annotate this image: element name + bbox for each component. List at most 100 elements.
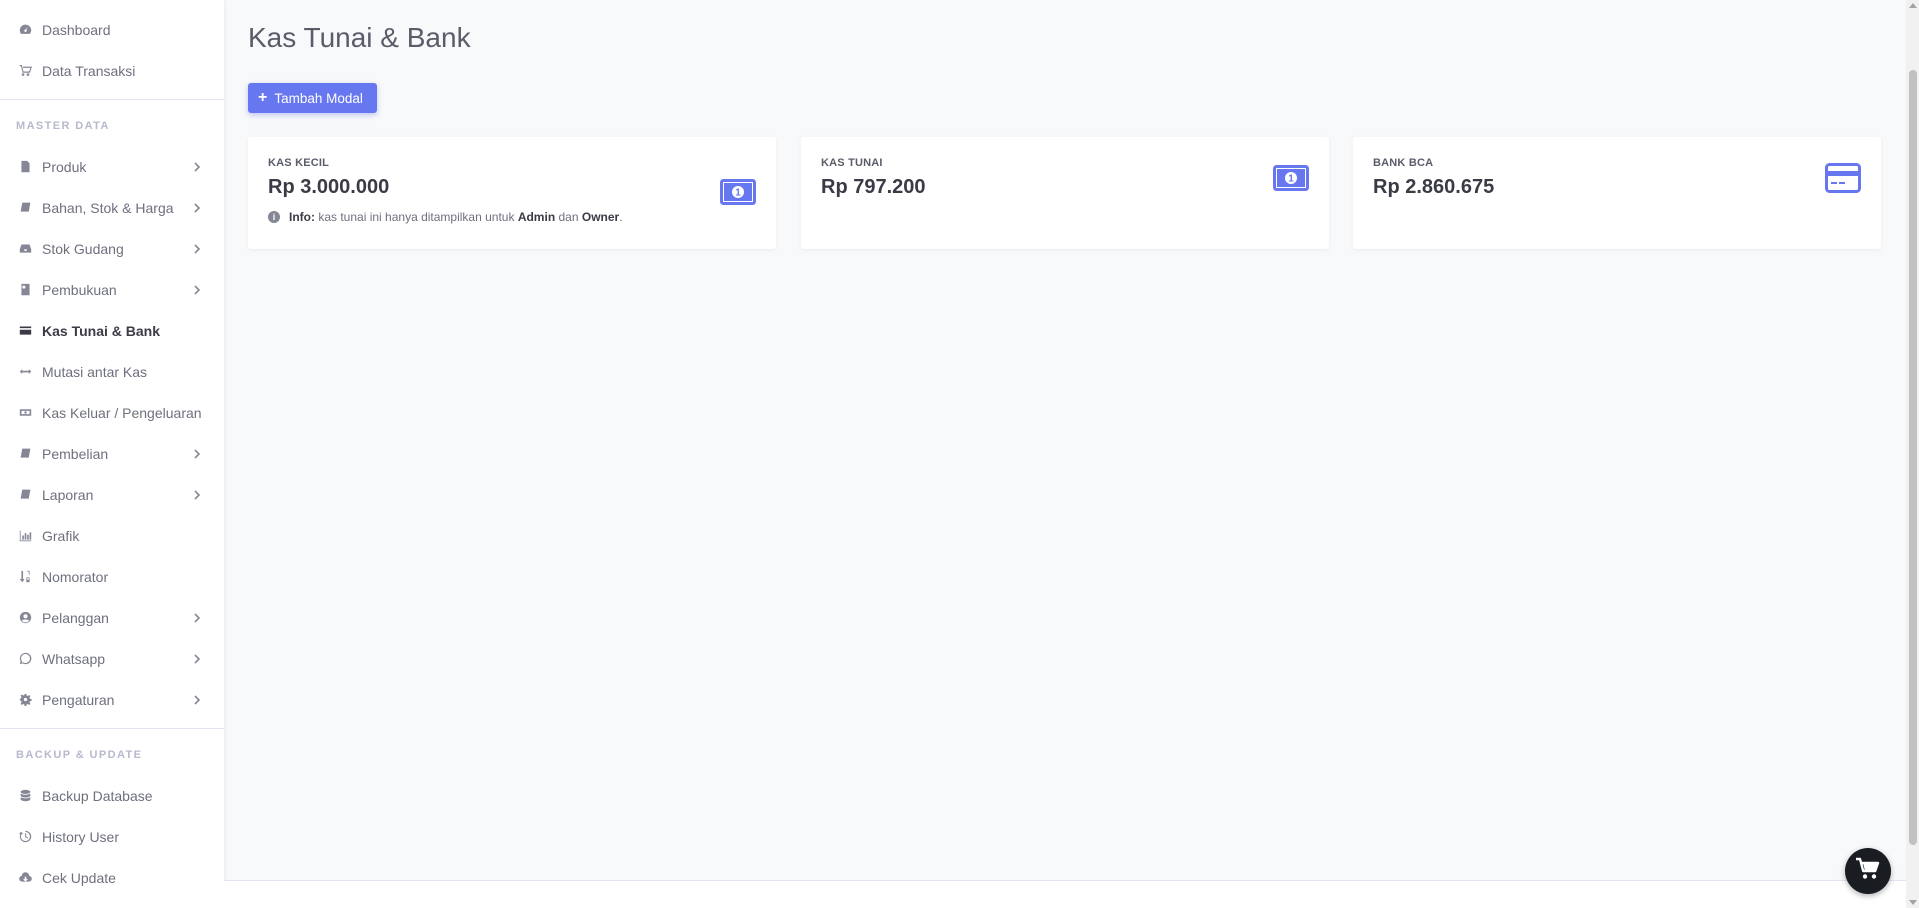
file-icon (18, 160, 32, 174)
card-bank-bca: BANK BCA Rp 2.860.675 (1353, 137, 1881, 249)
card-label: KAS TUNAI (821, 157, 883, 169)
sidebar-item-produk[interactable]: Produk (0, 146, 224, 187)
info-suffix: . (619, 210, 623, 224)
sidebar-item-pembelian[interactable]: Pembelian (0, 433, 224, 474)
sidebar-item-grafik[interactable]: Grafik (0, 515, 224, 556)
main-content: Kas Tunai & Bank + Tambah Modal KAS KECI… (224, 0, 1906, 880)
tambah-modal-button[interactable]: + Tambah Modal (248, 83, 377, 113)
sidebar-item-laporan[interactable]: Laporan (0, 474, 224, 515)
sidebar-item-bahan-stok-harga[interactable]: Bahan, Stok & Harga (0, 187, 224, 228)
chevron-right-icon (192, 160, 204, 172)
sidebar-item-label: Mutasi antar Kas (42, 363, 148, 380)
chevron-right-icon (192, 447, 204, 459)
book-icon (18, 201, 32, 215)
sidebar-item-pelanggan[interactable]: Pelanggan (0, 597, 224, 638)
sidebar-item-label: Pembukuan (42, 281, 117, 298)
card-label: KAS KECIL (268, 157, 330, 169)
database-icon (18, 789, 32, 803)
info-text1: kas tunai ini hanya ditampilkan untuk (318, 210, 515, 224)
chevron-right-icon (192, 283, 204, 295)
sidebar-item-label: Data Transaksi (42, 62, 136, 79)
history-icon (18, 830, 32, 844)
sidebar-item-kas-tunai-bank[interactable]: Kas Tunai & Bank (0, 310, 224, 351)
sidebar-item-label: Bahan, Stok & Harga (42, 199, 174, 216)
scroll-thumb[interactable] (1909, 70, 1917, 845)
card-info: i Info: kas tunai ini hanya ditampilkan … (268, 210, 623, 224)
credit-card-icon (18, 324, 32, 338)
info-role-admin: Admin (517, 210, 556, 224)
card-kas-tunai: KAS TUNAI Rp 797.200 1 (801, 137, 1329, 249)
sidebar-item-label: Kas Keluar / Pengeluaran (42, 404, 202, 421)
chevron-right-icon (192, 242, 204, 254)
inbox-icon (18, 242, 32, 256)
shopping-cart-icon (1855, 857, 1881, 886)
sidebar-heading-backup: BACKUP & UPDATE (16, 749, 143, 761)
sidebar-item-label: Pengaturan (42, 691, 115, 708)
card-amount: Rp 2.860.675 (1373, 176, 1495, 198)
sort-numeric-icon (18, 570, 32, 584)
sidebar-item-kas-keluar[interactable]: Kas Keluar / Pengeluaran (0, 392, 224, 433)
sidebar-item-dashboard[interactable]: Dashboard (0, 9, 224, 50)
sidebar-item-history-user[interactable]: History User (0, 816, 224, 857)
sidebar-heading-master: MASTER DATA (16, 120, 110, 132)
bar-chart-icon (18, 529, 32, 543)
info-circle-icon: i (268, 211, 280, 223)
dashboard-icon (18, 23, 32, 37)
page-title: Kas Tunai & Bank (248, 22, 471, 53)
sidebar-item-stok-gudang[interactable]: Stok Gudang (0, 228, 224, 269)
sidebar-item-mutasi-antar-kas[interactable]: Mutasi antar Kas (0, 351, 224, 392)
chevron-right-icon (192, 488, 204, 500)
sidebar-item-label: Backup Database (42, 787, 153, 804)
info-prefix: Info: (289, 210, 315, 224)
card-amount: Rp 3.000.000 (268, 176, 390, 198)
chevron-right-icon (192, 652, 204, 664)
sidebar-item-label: Kas Tunai & Bank (42, 322, 160, 339)
sidebar-item-label: Produk (42, 158, 87, 175)
sidebar-item-label: History User (42, 828, 120, 845)
scroll-up-icon[interactable] (1909, 3, 1917, 8)
sidebar-item-whatsapp[interactable]: Whatsapp (0, 638, 224, 679)
sidebar-item-data-transaksi[interactable]: Data Transaksi (0, 50, 224, 91)
svg-text:1: 1 (1288, 174, 1294, 185)
svg-text:1: 1 (735, 188, 741, 199)
card-label: BANK BCA (1373, 157, 1434, 169)
sidebar-item-label: Whatsapp (42, 650, 106, 667)
chevron-right-icon (192, 201, 204, 213)
book-icon (18, 447, 32, 461)
chevron-right-icon (192, 611, 204, 623)
sidebar-item-label: Grafik (42, 527, 80, 544)
scroll-down-icon[interactable] (1909, 900, 1917, 905)
sidebar-item-nomorator[interactable]: Nomorator (0, 556, 224, 597)
sidebar-item-label: Pembelian (42, 445, 109, 462)
page-scrollbar[interactable] (1906, 0, 1919, 908)
info-role-owner: Owner (581, 210, 620, 224)
book-icon (18, 488, 32, 502)
cart-icon (18, 64, 32, 78)
cloud-download-icon (18, 871, 32, 885)
sidebar-item-label: Dashboard (42, 21, 111, 38)
user-circle-icon (18, 611, 32, 625)
footer (224, 880, 1906, 908)
sidebar-item-backup-database[interactable]: Backup Database (0, 775, 224, 816)
whatsapp-icon (18, 652, 32, 666)
sidebar-item-pengaturan[interactable]: Pengaturan (0, 679, 224, 720)
sidebar-item-pembukuan[interactable]: Pembukuan (0, 269, 224, 310)
sidebar-item-label: Cek Update (42, 869, 116, 886)
sidebar-item-label: Pelanggan (42, 609, 109, 626)
info-text2: dan (558, 210, 579, 224)
sidebar-item-label: Stok Gudang (42, 240, 124, 257)
button-label: Tambah Modal (274, 90, 363, 106)
arrows-h-icon (18, 365, 32, 379)
plus-icon: + (258, 89, 268, 106)
card-amount: Rp 797.200 (821, 176, 926, 198)
gear-icon (18, 693, 32, 707)
sidebar-item-cek-update[interactable]: Cek Update (0, 857, 224, 898)
cart-fab-button[interactable] (1845, 848, 1891, 894)
chevron-right-icon (192, 693, 204, 705)
credit-card-icon (1825, 163, 1861, 193)
address-book-icon (18, 283, 32, 297)
sidebar-item-label: Laporan (42, 486, 94, 503)
money-bill-icon: 1 (720, 179, 756, 205)
sidebar-item-label: Nomorator (42, 568, 109, 585)
money-icon (18, 406, 32, 420)
